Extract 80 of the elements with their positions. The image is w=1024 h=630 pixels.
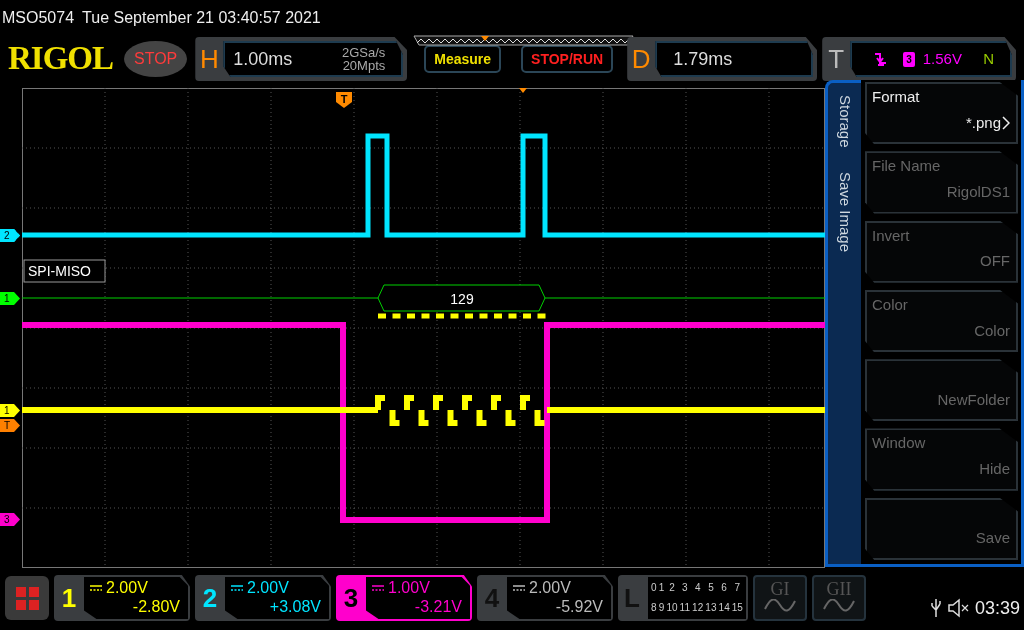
dc-coupling-icon [231,584,243,591]
softkey-value: Hide [979,459,1010,480]
softkey-label: Format [872,87,921,107]
logic-channel-number: 13 [704,601,718,615]
trigger-mode: N [983,48,995,69]
decode-label: SPI-MISO [23,259,106,283]
dc-coupling-icon [513,584,525,591]
mute-icon [947,598,969,618]
logic-channel-number: 9 [657,601,666,615]
memory-depth: 20Mpts [341,59,386,72]
menu-button[interactable] [5,576,49,620]
trigger-position-marker: T [336,92,352,108]
menu-softkey[interactable]: Format *.png [865,82,1018,145]
chevron-icon [1002,116,1010,131]
logic-channel-number: 3 [681,581,689,595]
channel-marker[interactable]: 3 [0,513,20,526]
logic-channel-number: 7 [733,581,742,595]
softkey-label: Color [872,294,909,315]
center-marker-icon [519,88,527,93]
softkey-value: Color [974,320,1010,341]
logic-channel-number: 15 [730,601,744,615]
bus-value: 129 [450,291,474,307]
sample-rate: 2GSa/s [341,46,386,59]
trigger-panel[interactable]: T 3 1.56V N [822,37,1017,81]
logic-channel-number: 10 [665,601,679,615]
softkey-label: Invert [872,225,911,246]
channel-button[interactable]: 1 2.00V -2.80V [54,575,190,621]
timebase-panel[interactable]: H 1.00ms 2GSa/s 20Mpts [195,37,408,81]
dc-coupling-icon [372,584,384,591]
channel-scale: 1.00V [388,578,430,597]
logic-channel-number: 0 [650,581,658,595]
logic-channel-number: 12 [691,601,705,615]
dc-coupling-icon [90,584,102,591]
run-state-indicator: STOP [124,41,188,77]
timebase-value: 1.00ms [233,47,293,71]
logic-channel-number: 5 [707,581,715,595]
channel-scale: 2.00V [529,578,571,597]
stop-run-button[interactable]: STOP/RUN [521,45,614,73]
logic-channel-number: 4 [693,581,702,595]
logic-channel-number: 6 [720,581,728,595]
menu-tab[interactable]: Storage [833,83,856,160]
sine-wave-icon [822,599,856,612]
channel-scale: 2.00V [106,578,148,597]
trigger-slope-icon [874,52,888,66]
delay-panel[interactable]: D 1.79ms [627,37,818,81]
channel-offset: -2.80V [131,597,180,616]
logic-channel-number: 1 [657,581,666,595]
grid-icon [15,586,39,610]
softkey-value: NewFolder [937,389,1010,410]
channel-marker[interactable]: 2 [0,229,20,242]
channel-marker[interactable]: T [0,419,20,432]
trigger-level: 1.56V [922,48,962,69]
softkey-value: RigolDS1 [946,182,1010,203]
channel-button[interactable]: 2 2.00V +3.08V [195,575,331,621]
menu-tab[interactable]: Save Image [833,159,856,264]
logic-channel-number: 2 [668,581,676,595]
channel-marker[interactable]: 1 [0,292,20,305]
softkey-value: *.png [965,112,1001,133]
brand-logo: RIGOL [8,39,115,79]
channel-button[interactable]: 3 1.00V -3.21V [336,575,472,621]
measure-button[interactable]: Measure [424,45,502,73]
channel-marker[interactable]: 1 [0,404,20,417]
model-name: MSO5074 [2,9,75,26]
softkey-label: File Name [872,156,942,177]
logic-channel-number: 8 [650,601,658,615]
softkey-value: Save [975,528,1010,549]
trigger-source: 3 [903,51,915,67]
softkey-value: OFF [980,251,1010,272]
date-time: Tue September 21 03:40:57 2021 [82,9,321,26]
channel-offset: -5.92V [554,597,603,616]
delay-value: 1.79ms [673,47,733,71]
channel-offset: -3.21V [413,597,462,616]
clock-time: 03:39 [974,596,1020,620]
channel-offset: +3.08V [268,597,321,616]
logic-channel-number: 14 [717,601,731,615]
softkey-label: Window [872,433,927,454]
channel-scale: 2.00V [247,578,289,597]
sine-wave-icon [763,599,797,612]
logic-channel-number: 11 [678,601,691,615]
usb-icon [929,598,942,618]
